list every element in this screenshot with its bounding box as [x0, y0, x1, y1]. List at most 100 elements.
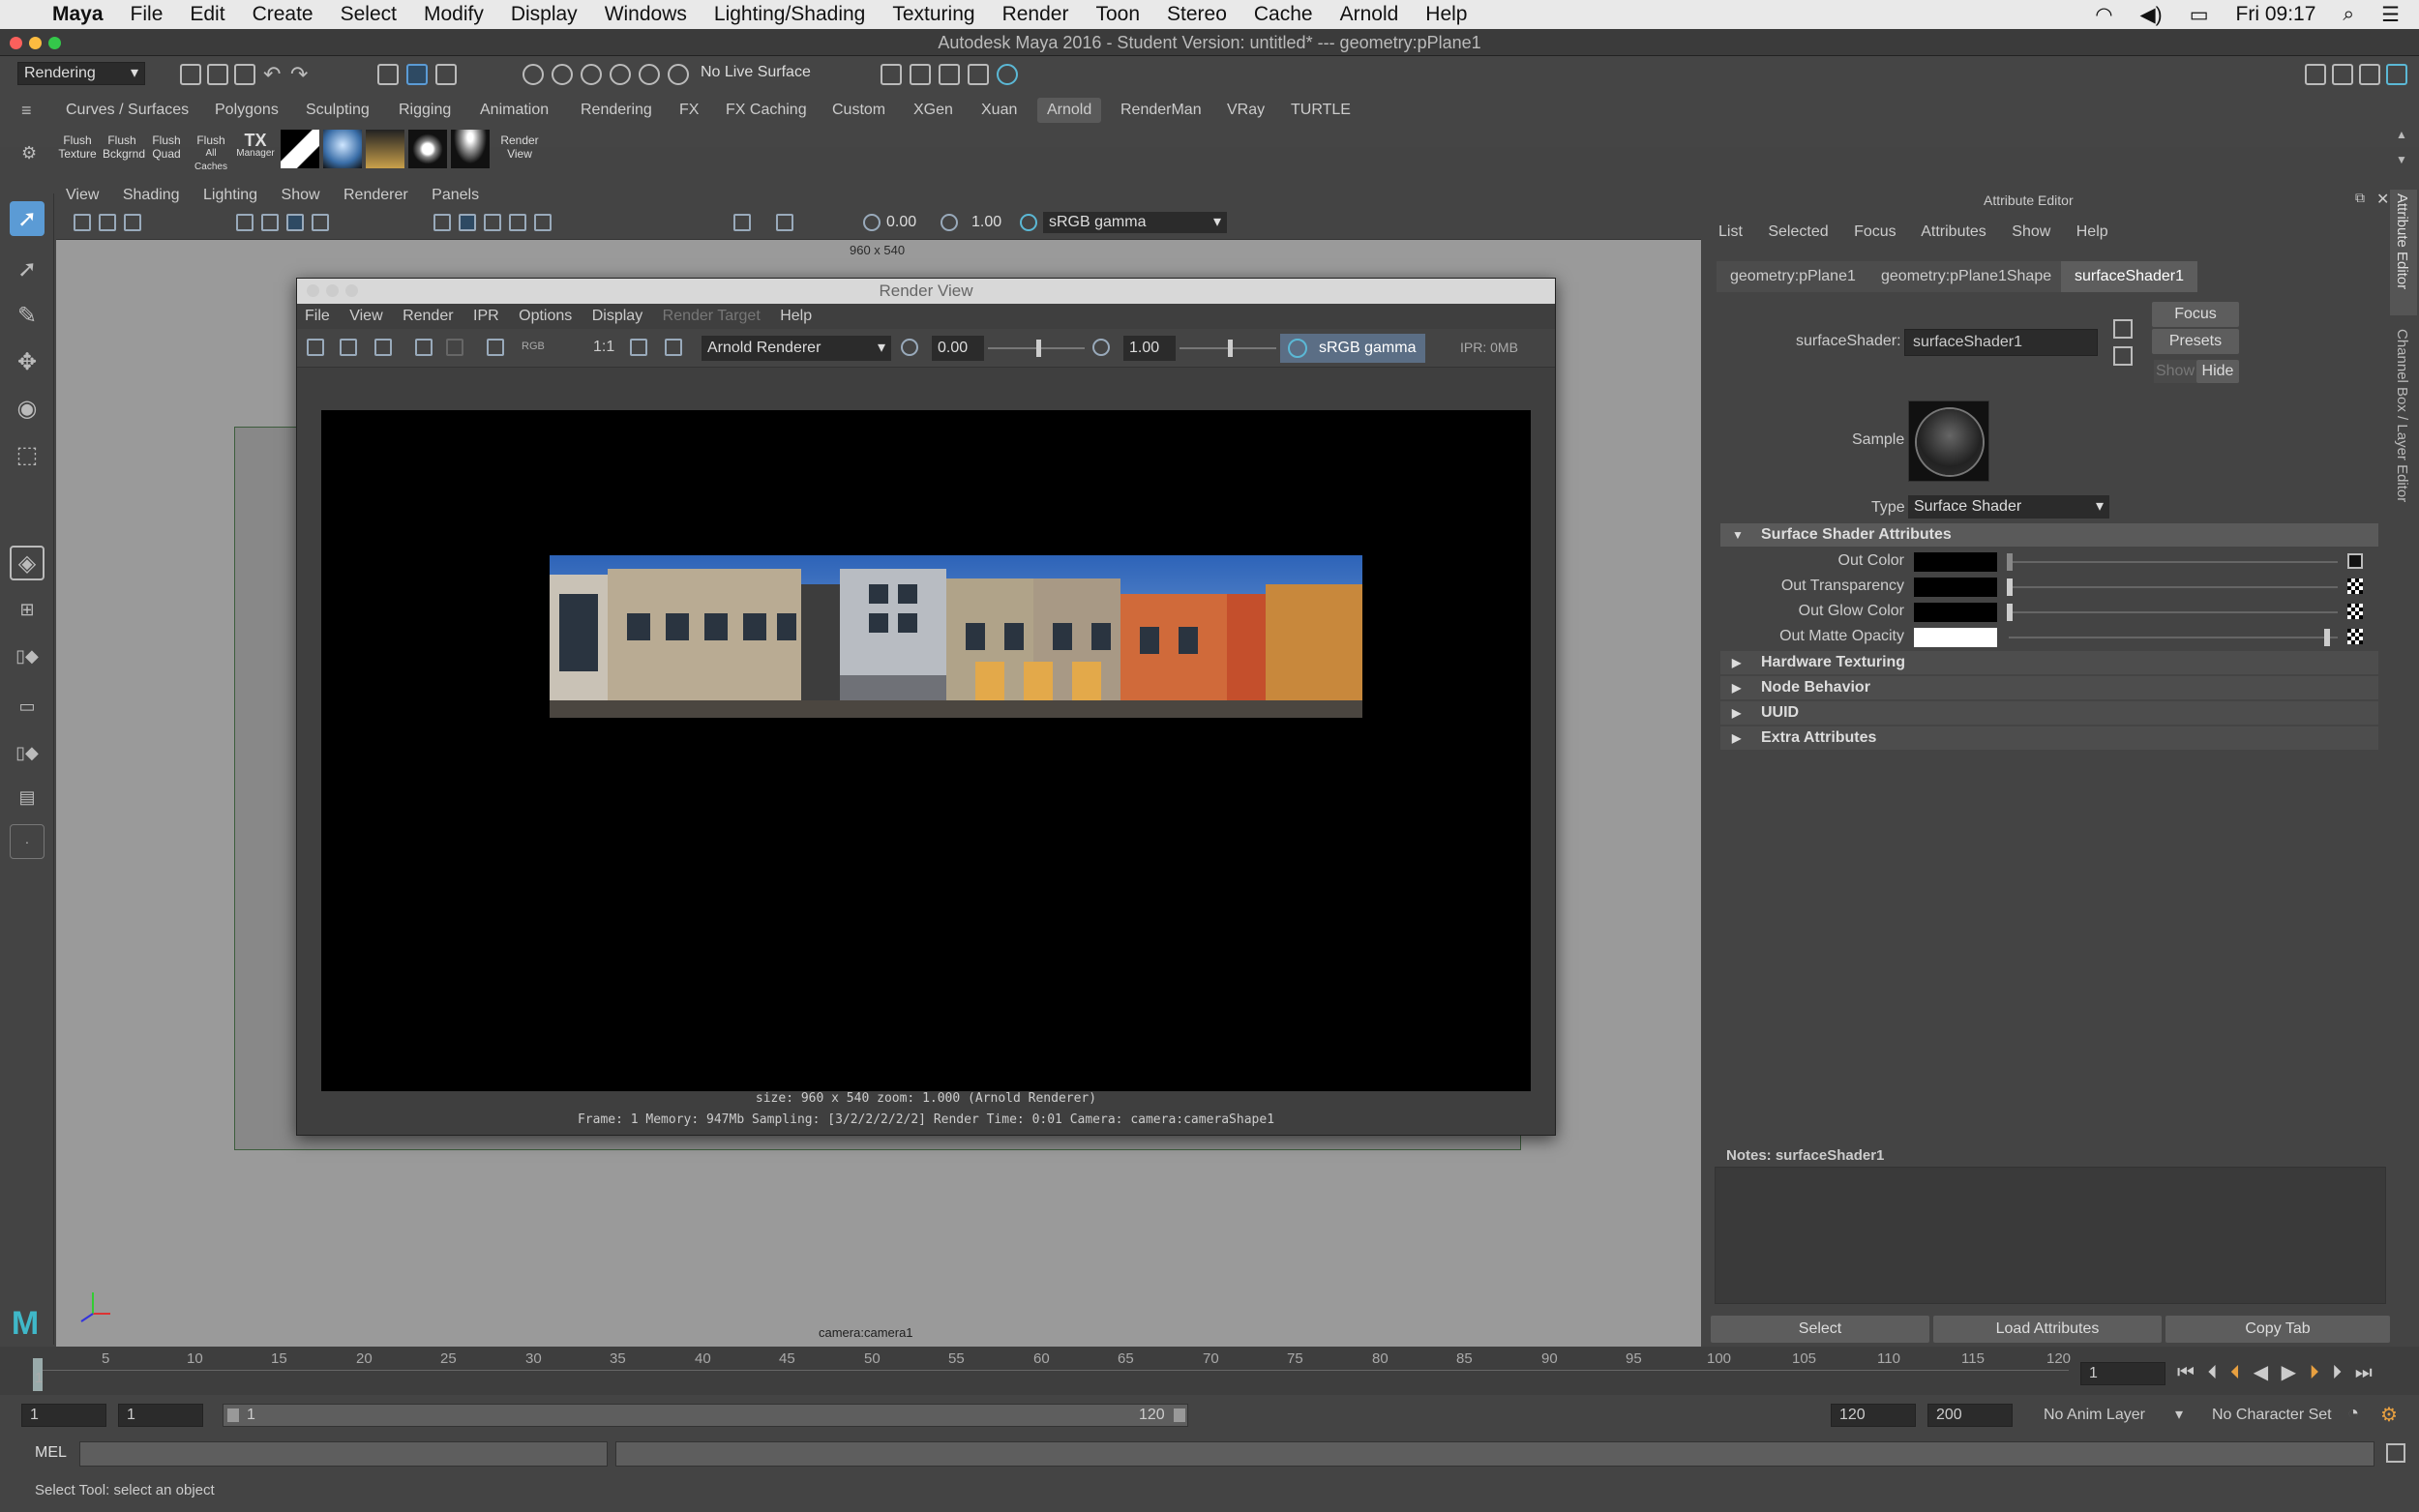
flush-all-caches-button[interactable]: Flush All Caches: [192, 133, 230, 174]
rv-exposure-field[interactable]: 0.00: [932, 336, 984, 361]
shelf-menu-icon[interactable]: ≡: [21, 101, 32, 121]
attr-slider[interactable]: [2009, 611, 2338, 613]
rv-snapshot-icon[interactable]: [374, 339, 392, 356]
attr-slider-handle[interactable]: [2007, 553, 2013, 571]
auto-key-icon[interactable]: ◔: [2347, 1403, 2359, 1425]
rv-zoom-icon[interactable]: [630, 339, 647, 356]
range-handle-right[interactable]: [1174, 1408, 1185, 1422]
volume-icon[interactable]: ◀): [2127, 3, 2176, 27]
persp-outliner-layout-icon[interactable]: ▯◆: [10, 735, 45, 770]
area-light-icon[interactable]: [281, 130, 319, 168]
shelf-tab-renderman[interactable]: RenderMan: [1111, 98, 1211, 123]
attr-slider-handle[interactable]: [2007, 604, 2013, 621]
sample-swatch[interactable]: [1908, 400, 1989, 482]
go-to-start-icon[interactable]: ⏮: [2177, 1362, 2195, 1383]
shelf-scroll-up-icon[interactable]: ▲: [2396, 128, 2407, 141]
rv-menu-view[interactable]: View: [349, 308, 382, 324]
bookmark-icon[interactable]: [124, 214, 141, 231]
textured-icon[interactable]: [484, 214, 501, 231]
attr-slider-handle[interactable]: [2007, 578, 2013, 596]
battery-icon[interactable]: ▭: [2176, 3, 2223, 27]
vp-menu-show[interactable]: Show: [282, 187, 320, 203]
rv-rgb-button[interactable]: RGB: [522, 341, 545, 352]
ae-menu-list[interactable]: List: [1718, 223, 1743, 240]
ae-menu-selected[interactable]: Selected: [1768, 223, 1828, 240]
shelf-tab-rendering[interactable]: Rendering: [571, 98, 662, 123]
side-tab-attribute-editor[interactable]: Attribute Editor: [2390, 190, 2417, 315]
snap-view-plane-icon[interactable]: [610, 64, 631, 85]
redo-icon[interactable]: ↷: [290, 62, 308, 87]
ae-tab-surfaceshader1[interactable]: surfaceShader1: [2061, 261, 2197, 292]
exposure-icon[interactable]: [863, 214, 881, 231]
shelf-tab-fx[interactable]: FX: [670, 98, 708, 123]
step-forward-key-icon[interactable]: ⏵: [2310, 1362, 2319, 1383]
current-frame-field[interactable]: 1: [2080, 1362, 2165, 1385]
open-scene-icon[interactable]: [207, 64, 228, 85]
start-time-field[interactable]: 1: [21, 1404, 106, 1427]
rv-renderer-dropdown[interactable]: Arnold Renderer ▾: [702, 336, 891, 361]
rv-menu-ipr[interactable]: IPR: [473, 308, 499, 324]
render-view-button[interactable]: Render View: [497, 133, 542, 161]
anim-prefs-icon[interactable]: ⚙: [2380, 1403, 2398, 1427]
script-editor-icon[interactable]: [2386, 1443, 2405, 1463]
ae-close-icon[interactable]: ✕: [2376, 190, 2389, 209]
snap-curve-icon[interactable]: [552, 64, 573, 85]
color-swatch[interactable]: [1914, 578, 1997, 597]
search-icon[interactable]: ⌕: [2329, 3, 2368, 26]
shelf-tab-sculpting[interactable]: Sculpting: [296, 98, 379, 123]
zoom-window-button[interactable]: [48, 37, 61, 49]
photometric-light-icon[interactable]: [408, 130, 447, 168]
shelf-tab-xgen[interactable]: XGen: [904, 98, 963, 123]
ae-select-button[interactable]: Select: [1711, 1316, 1929, 1343]
mac-menu-edit[interactable]: Edit: [176, 3, 238, 26]
map-button-icon[interactable]: [2347, 604, 2363, 619]
type-dropdown[interactable]: Surface Shader ▾: [1908, 495, 2109, 519]
ae-float-icon[interactable]: ⧉: [2355, 190, 2365, 206]
mac-menu-create[interactable]: Create: [239, 3, 327, 26]
anim-layer-dropdown[interactable]: No Anim Layer ▾: [2044, 1404, 2183, 1427]
shelf-tab-custom[interactable]: Custom: [822, 98, 895, 123]
vp-menu-shading[interactable]: Shading: [123, 187, 180, 203]
render-frame-icon[interactable]: [881, 64, 902, 85]
ae-presets-button[interactable]: Presets: [2152, 329, 2239, 354]
rv-exposure-slider-handle[interactable]: [1036, 340, 1041, 357]
play-backwards-icon[interactable]: ◀: [2254, 1362, 2268, 1383]
color-swatch[interactable]: [1914, 552, 1997, 572]
rv-menu-render[interactable]: Render: [403, 308, 453, 324]
command-language-label[interactable]: MEL: [35, 1444, 67, 1462]
select-object-icon[interactable]: [406, 64, 428, 85]
shader-name-field[interactable]: surfaceShader1: [1904, 329, 2098, 356]
command-input[interactable]: [79, 1441, 608, 1467]
vp-exposure-field[interactable]: 0.00: [886, 212, 929, 233]
mac-menu-toon[interactable]: Toon: [1082, 3, 1153, 26]
step-back-key-icon[interactable]: ⏴: [2230, 1362, 2240, 1383]
section-hardware-texturing[interactable]: ▶ Hardware Texturing: [1720, 651, 2378, 674]
shelf-tab-rigging[interactable]: Rigging: [389, 98, 461, 123]
character-set-dropdown[interactable]: No Character Set: [2212, 1404, 2338, 1427]
single-perspective-layout-icon[interactable]: ◈: [10, 546, 45, 580]
section-node-behavior[interactable]: ▶ Node Behavior: [1720, 676, 2378, 699]
rv-refresh-icon[interactable]: [446, 339, 463, 356]
scale-tool-icon[interactable]: ⬚: [10, 437, 45, 472]
playback-end-field[interactable]: 120: [1831, 1404, 1916, 1427]
rv-render-icon[interactable]: [307, 339, 324, 356]
rv-keep-image-icon[interactable]: [665, 339, 682, 356]
rv-zoom-button[interactable]: [345, 284, 358, 297]
lasso-tool-icon[interactable]: ➚: [10, 252, 45, 286]
wireframe-icon[interactable]: [433, 214, 451, 231]
smooth-shade-icon[interactable]: [459, 214, 476, 231]
hypershade-layout-icon[interactable]: ▤: [10, 780, 45, 815]
ae-load-attributes-button[interactable]: Load Attributes: [1933, 1316, 2162, 1343]
range-handle-left[interactable]: [227, 1408, 239, 1422]
play-forwards-icon[interactable]: ▶: [2282, 1362, 2296, 1383]
mac-menu-windows[interactable]: Windows: [591, 3, 701, 26]
side-tab-channel-box[interactable]: Channel Box / Layer Editor: [2390, 325, 2417, 528]
shelf-tab-xuan[interactable]: Xuan: [971, 98, 1027, 123]
isolate-icon[interactable]: [733, 214, 751, 231]
shelf-tab-fx-caching[interactable]: FX Caching: [716, 98, 817, 123]
ae-show-button[interactable]: Show: [2154, 360, 2196, 383]
rv-gamma-slider[interactable]: [1180, 340, 1276, 357]
ae-focus-button[interactable]: Focus: [2152, 302, 2239, 327]
minimize-window-button[interactable]: [29, 37, 42, 49]
rv-colorspace-button[interactable]: sRGB gamma: [1280, 334, 1425, 363]
